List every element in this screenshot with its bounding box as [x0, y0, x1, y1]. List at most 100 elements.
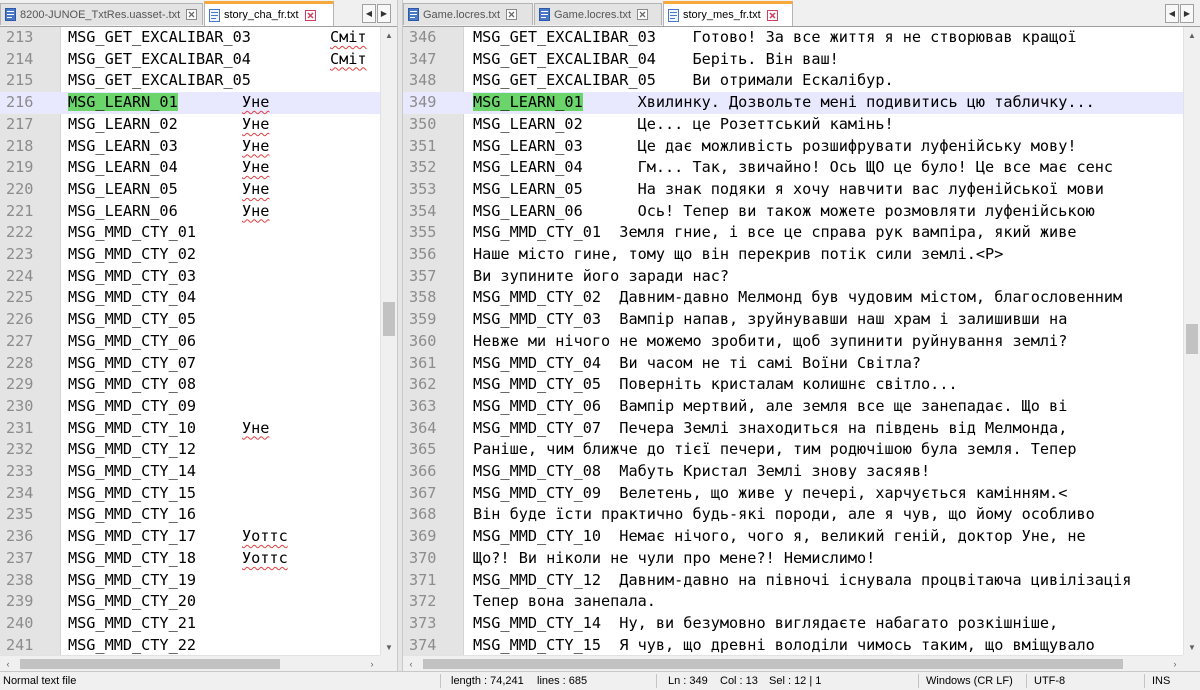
status-encoding[interactable]: UTF-8	[1034, 675, 1065, 687]
left-text-editor[interactable]: 213 MSG_GET_EXCALIBAR_03 Сміт 214 MSG_GET_EX…	[0, 27, 380, 655]
text-line[interactable]: 347 MSG_GET_EXCALIBAR_04 Беріть. Він ваш!	[403, 49, 1183, 71]
right-horizontal-scrollbar[interactable]: ‹ ›	[403, 655, 1183, 672]
left-vertical-scrollbar[interactable]: ▲ ▼	[380, 27, 397, 655]
text-line[interactable]: 233 MSG_MMD_CTY_14	[0, 461, 380, 483]
text-line[interactable]: 217 MSG_LEARN_02 Уне	[0, 114, 380, 136]
text-line[interactable]: 373 MSG_MMD_CTY_14 Ну, ви безумовно вигля…	[403, 613, 1183, 635]
text-line[interactable]: 215 MSG_GET_EXCALIBAR_05	[0, 70, 380, 92]
text-line[interactable]: 371 MSG_MMD_CTY_12 Давним-давно на півноч…	[403, 570, 1183, 592]
text-line[interactable]: 230 MSG_MMD_CTY_09	[0, 396, 380, 418]
scroll-up-icon[interactable]: ▲	[381, 27, 397, 43]
scroll-right-icon[interactable]: ›	[364, 656, 380, 672]
text-line[interactable]: 221 MSG_LEARN_06 Уне	[0, 201, 380, 223]
scroll-right-icon[interactable]: ›	[1167, 656, 1183, 672]
text-line[interactable]: 239 MSG_MMD_CTY_20	[0, 591, 380, 613]
text-line[interactable]: 220 MSG_LEARN_05 Уне	[0, 179, 380, 201]
text-line[interactable]: 346 MSG_GET_EXCALIBAR_03 Готово! За все ж…	[403, 27, 1183, 49]
text-line[interactable]: 363 MSG_MMD_CTY_06 Вампір мертвий, але зе…	[403, 396, 1183, 418]
text-line[interactable]: 237 MSG_MMD_CTY_18 Уоттс	[0, 548, 380, 570]
text-line[interactable]: 364 MSG_MMD_CTY_07 Печера Землі знаходить…	[403, 418, 1183, 440]
text-line[interactable]: 232 MSG_MMD_CTY_12	[0, 439, 380, 461]
left-horizontal-scrollbar[interactable]: ‹ ›	[0, 655, 380, 672]
scroll-down-icon[interactable]: ▼	[1184, 639, 1200, 655]
text-line[interactable]: 235 MSG_MMD_CTY_16	[0, 504, 380, 526]
tab-game-locres-2[interactable]: Game.locres.txt	[534, 3, 662, 25]
scroll-thumb[interactable]	[383, 302, 395, 336]
status-mode[interactable]: INS	[1152, 675, 1170, 687]
tab-scroll-left-icon[interactable]: ◀	[362, 4, 376, 23]
line-number: 241	[6, 635, 34, 654]
text-line[interactable]: 357 Ви зупините його заради нас?	[403, 266, 1183, 288]
tab-story-mes[interactable]: story_mes_fr.txt	[663, 1, 793, 26]
scroll-up-icon[interactable]: ▲	[1184, 27, 1200, 43]
tab-game-locres-1[interactable]: Game.locres.txt	[403, 3, 533, 25]
line-number: 228	[6, 353, 34, 372]
text-line[interactable]: 229 MSG_MMD_CTY_08	[0, 374, 380, 396]
text-line[interactable]: 354 MSG_LEARN_06 Ось! Тепер ви також може…	[403, 201, 1183, 223]
text-line[interactable]: 216 MSG_LEARN_01 Уне	[0, 92, 380, 114]
scroll-left-icon[interactable]: ‹	[403, 656, 419, 672]
text-line[interactable]: 359 MSG_MMD_CTY_03 Вампір напав, зруйнува…	[403, 309, 1183, 331]
text-line[interactable]: 350 MSG_LEARN_02 Це... це Розеттський кам…	[403, 114, 1183, 136]
text-line[interactable]: 234 MSG_MMD_CTY_15	[0, 483, 380, 505]
status-ln: Ln : 349	[668, 675, 708, 687]
tab-txtres-uasset[interactable]: 8200-JUNOE_TxtRes.uasset-.txt	[0, 3, 203, 25]
text-line[interactable]: 349 MSG_LEARN_01 Хвилинку. Дозвольте мені…	[403, 92, 1183, 114]
text-line[interactable]: 228 MSG_MMD_CTY_07	[0, 353, 380, 375]
text-line[interactable]: 219 MSG_LEARN_04 Уне	[0, 157, 380, 179]
scroll-down-icon[interactable]: ▼	[381, 639, 397, 655]
text-line[interactable]: 223 MSG_MMD_CTY_02	[0, 244, 380, 266]
text-line[interactable]: 352 MSG_LEARN_04 Гм... Так, звичайно! Ось…	[403, 157, 1183, 179]
scroll-left-icon[interactable]: ‹	[0, 656, 16, 672]
text-line[interactable]: 370 Що?! Ви ніколи не чули про мене?! Нем…	[403, 548, 1183, 570]
text-line[interactable]: 213 MSG_GET_EXCALIBAR_03 Сміт	[0, 27, 380, 49]
text-line[interactable]: 222 MSG_MMD_CTY_01	[0, 222, 380, 244]
line-number: 361	[409, 353, 437, 372]
close-icon[interactable]	[506, 9, 518, 20]
text-line[interactable]: 368 Він буде їсти практично будь-які поро…	[403, 504, 1183, 526]
close-icon[interactable]	[637, 9, 649, 20]
text-line[interactable]: 362 MSG_MMD_CTY_05 Поверніть кристалам ко…	[403, 374, 1183, 396]
text-line[interactable]: 348 MSG_GET_EXCALIBAR_05 Ви отримали Еска…	[403, 70, 1183, 92]
text-line[interactable]: 214 MSG_GET_EXCALIBAR_04 Сміт	[0, 49, 380, 71]
text-line[interactable]: 227 MSG_MMD_CTY_06	[0, 331, 380, 353]
tab-scroll-left-icon[interactable]: ◀	[1165, 4, 1179, 23]
line-number: 229	[6, 375, 34, 394]
text-line[interactable]: 360 Невже ми нічого не можемо зробити, що…	[403, 331, 1183, 353]
text-line[interactable]: 225 MSG_MMD_CTY_04	[0, 287, 380, 309]
scroll-thumb[interactable]	[1186, 324, 1198, 354]
text-line[interactable]: 240 MSG_MMD_CTY_21	[0, 613, 380, 635]
text-line[interactable]: 353 MSG_LEARN_05 На знак подяки я хочу на…	[403, 179, 1183, 201]
close-icon[interactable]	[766, 9, 778, 21]
text-line[interactable]: 365 Раніше, чим ближче до тієї печери, ти…	[403, 439, 1183, 461]
status-eol[interactable]: Windows (CR LF)	[926, 675, 1013, 687]
text-line[interactable]: 358 MSG_MMD_CTY_02 Давним-давно Мелмонд б…	[403, 287, 1183, 309]
tab-story-cha[interactable]: story_cha_fr.txt	[204, 1, 334, 26]
right-vertical-scrollbar[interactable]: ▲ ▼	[1183, 27, 1200, 655]
text-line[interactable]: 238 MSG_MMD_CTY_19	[0, 570, 380, 592]
close-icon[interactable]	[186, 9, 198, 20]
text-line[interactable]: 226 MSG_MMD_CTY_05	[0, 309, 380, 331]
text-line[interactable]: 367 MSG_MMD_CTY_09 Велетень, що живе у пе…	[403, 483, 1183, 505]
right-text-editor[interactable]: 346 MSG_GET_EXCALIBAR_03 Готово! За все ж…	[403, 27, 1183, 655]
text-line[interactable]: 366 MSG_MMD_CTY_08 Мабуть Кристал Землі з…	[403, 461, 1183, 483]
text-line[interactable]: 374 MSG_MMD_CTY_15 Я чув, що древні волод…	[403, 635, 1183, 655]
scroll-thumb[interactable]	[423, 659, 1123, 669]
line-number: 214	[6, 49, 34, 68]
close-icon[interactable]	[304, 9, 316, 21]
text-line[interactable]: 236 MSG_MMD_CTY_17 Уоттс	[0, 526, 380, 548]
scroll-thumb[interactable]	[20, 659, 280, 669]
left-editor-pane: 8200-JUNOE_TxtRes.uasset-.txt story_cha_…	[0, 0, 397, 672]
text-line[interactable]: 224 MSG_MMD_CTY_03	[0, 266, 380, 288]
text-line[interactable]: 231 MSG_MMD_CTY_10 Уне	[0, 418, 380, 440]
text-line[interactable]: 372 Тепер вона занепала.	[403, 591, 1183, 613]
text-line[interactable]: 355 MSG_MMD_CTY_01 Земля гние, і все це с…	[403, 222, 1183, 244]
text-line[interactable]: 356 Наше місто гине, тому що він перекрив…	[403, 244, 1183, 266]
tab-scroll-right-icon[interactable]: ▶	[1180, 4, 1194, 23]
text-line[interactable]: 369 MSG_MMD_CTY_10 Немає нічого, чого я, …	[403, 526, 1183, 548]
text-line[interactable]: 241 MSG_MMD_CTY_22	[0, 635, 380, 655]
tab-scroll-right-icon[interactable]: ▶	[377, 4, 391, 23]
text-line[interactable]: 361 MSG_MMD_CTY_04 Ви часом не ті самі Во…	[403, 353, 1183, 375]
text-line[interactable]: 218 MSG_LEARN_03 Уне	[0, 136, 380, 158]
text-line[interactable]: 351 MSG_LEARN_03 Це дає можливість розшиф…	[403, 136, 1183, 158]
